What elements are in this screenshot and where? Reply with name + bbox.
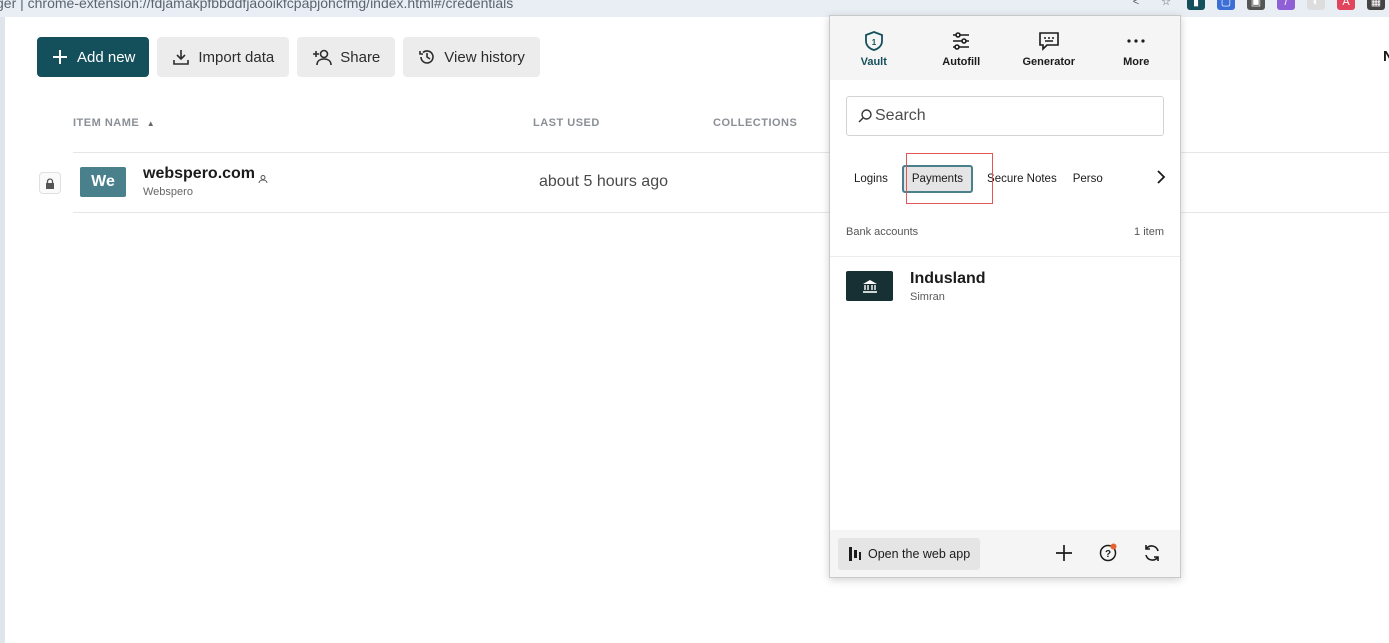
share-label: Share xyxy=(340,48,381,66)
credential-title[interactable]: webspero.com xyxy=(143,165,255,183)
open-web-app-label: Open the web app xyxy=(868,547,971,561)
more-icon xyxy=(1127,39,1145,43)
generator-icon xyxy=(1038,32,1059,51)
credential-last-used: about 5 hours ago xyxy=(539,173,668,190)
svg-text:1: 1 xyxy=(872,38,877,47)
search-input[interactable] xyxy=(875,107,1155,125)
dashlane-logo-icon xyxy=(849,547,861,561)
open-web-app-button[interactable]: Open the web app xyxy=(838,538,981,570)
tab-payments[interactable]: Payments xyxy=(901,165,974,193)
dashlane-popup: 1 Vault Autofill Generator More Logins P… xyxy=(829,15,1181,578)
table-divider-top xyxy=(73,152,829,153)
share-button[interactable]: Share xyxy=(297,37,396,77)
bank-icon xyxy=(846,271,893,301)
extension-gray-icon[interactable]: ▣ xyxy=(1247,0,1265,10)
add-item-icon[interactable] xyxy=(1054,543,1074,568)
view-history-button[interactable]: View history xyxy=(403,37,540,77)
column-header-item-name[interactable]: ITEM NAME ▲ xyxy=(73,117,155,129)
table-divider-bottom-right xyxy=(1181,212,1389,213)
add-new-label: Add new xyxy=(77,48,136,66)
history-icon xyxy=(419,50,435,64)
extension-white-icon[interactable]: ◐ xyxy=(1307,0,1325,10)
sort-up-icon: ▲ xyxy=(146,119,156,128)
tab-more-label: More xyxy=(1123,56,1150,68)
credential-avatar[interactable]: We xyxy=(80,167,126,197)
chevron-right-icon[interactable] xyxy=(1155,169,1167,190)
address-url[interactable]: ger | chrome-extension://fdjamakpfbbddfj… xyxy=(0,0,513,11)
section-header: Bank accounts 1 item xyxy=(846,226,1164,238)
bank-account-title: Indusland xyxy=(910,270,986,287)
shield-icon: 1 xyxy=(864,31,883,51)
tab-autofill-label: Autofill xyxy=(942,56,981,68)
table-divider-top-right xyxy=(1181,152,1389,153)
tab-secure-notes[interactable]: Secure Notes xyxy=(979,164,1065,194)
right-edge-letter: N xyxy=(1383,48,1389,65)
credential-subtitle: Webspero xyxy=(143,186,193,198)
extension-dark-icon[interactable]: ▦ xyxy=(1367,0,1385,10)
tab-vault-label: Vault xyxy=(860,56,887,68)
search-icon xyxy=(858,109,872,123)
tab-logins[interactable]: Logins xyxy=(846,164,896,194)
category-tabs: Logins Payments Secure Notes Perso xyxy=(846,162,1176,196)
tab-generator[interactable]: Generator xyxy=(1005,16,1093,80)
extension-blue-icon[interactable]: ▢ xyxy=(1217,0,1235,10)
sync-icon[interactable] xyxy=(1142,543,1162,568)
extension-red-icon[interactable]: A xyxy=(1337,0,1355,10)
view-history-label: View history xyxy=(444,48,525,66)
download-icon xyxy=(173,50,190,65)
bank-account-subtitle: Simran xyxy=(910,291,945,303)
tab-more[interactable]: More xyxy=(1093,16,1181,80)
import-data-button[interactable]: Import data xyxy=(157,37,290,77)
section-count: 1 item xyxy=(1134,226,1164,238)
lock-icon xyxy=(46,177,54,189)
sliders-icon xyxy=(953,32,970,50)
tab-generator-label: Generator xyxy=(1022,56,1076,68)
add-new-button[interactable]: Add new xyxy=(37,37,150,77)
popup-nav: 1 Vault Autofill Generator More xyxy=(830,16,1180,80)
svg-text:?: ? xyxy=(1105,549,1111,560)
extension-purple-icon[interactable]: / xyxy=(1277,0,1295,10)
vault-toolbar: Add new Import data Share View history xyxy=(37,37,540,77)
section-title: Bank accounts xyxy=(846,226,919,238)
plus-icon xyxy=(53,50,67,64)
search-field[interactable] xyxy=(846,96,1164,136)
item-name-header-label: ITEM NAME xyxy=(73,117,140,129)
import-data-label: Import data xyxy=(198,48,275,66)
help-icon[interactable]: ? xyxy=(1098,543,1118,568)
share-page-icon[interactable]: < xyxy=(1127,0,1145,10)
column-header-last-used[interactable]: LAST USED xyxy=(533,117,600,129)
dashlane-extension-icon[interactable]: ▮ xyxy=(1187,0,1205,10)
notification-dot xyxy=(1110,543,1117,550)
table-divider-bottom xyxy=(73,212,829,213)
tab-personal-info[interactable]: Perso xyxy=(1065,164,1111,194)
section-divider xyxy=(830,256,1180,257)
tab-autofill[interactable]: Autofill xyxy=(918,16,1006,80)
browser-extension-icons: < ☆ ▮ ▢ ▣ / ◐ A ▦ xyxy=(1127,0,1389,14)
popup-footer: Open the web app ? xyxy=(830,530,1180,577)
list-item[interactable]: Indusland Simran xyxy=(846,270,1164,306)
row-select-lock[interactable] xyxy=(39,172,61,194)
shared-user-icon xyxy=(258,171,268,189)
column-header-collections[interactable]: COLLECTIONS xyxy=(713,117,797,129)
window-left-edge xyxy=(0,17,5,643)
share-user-icon xyxy=(313,49,333,66)
bookmark-star-icon[interactable]: ☆ xyxy=(1157,0,1175,10)
tab-vault[interactable]: 1 Vault xyxy=(830,16,918,80)
